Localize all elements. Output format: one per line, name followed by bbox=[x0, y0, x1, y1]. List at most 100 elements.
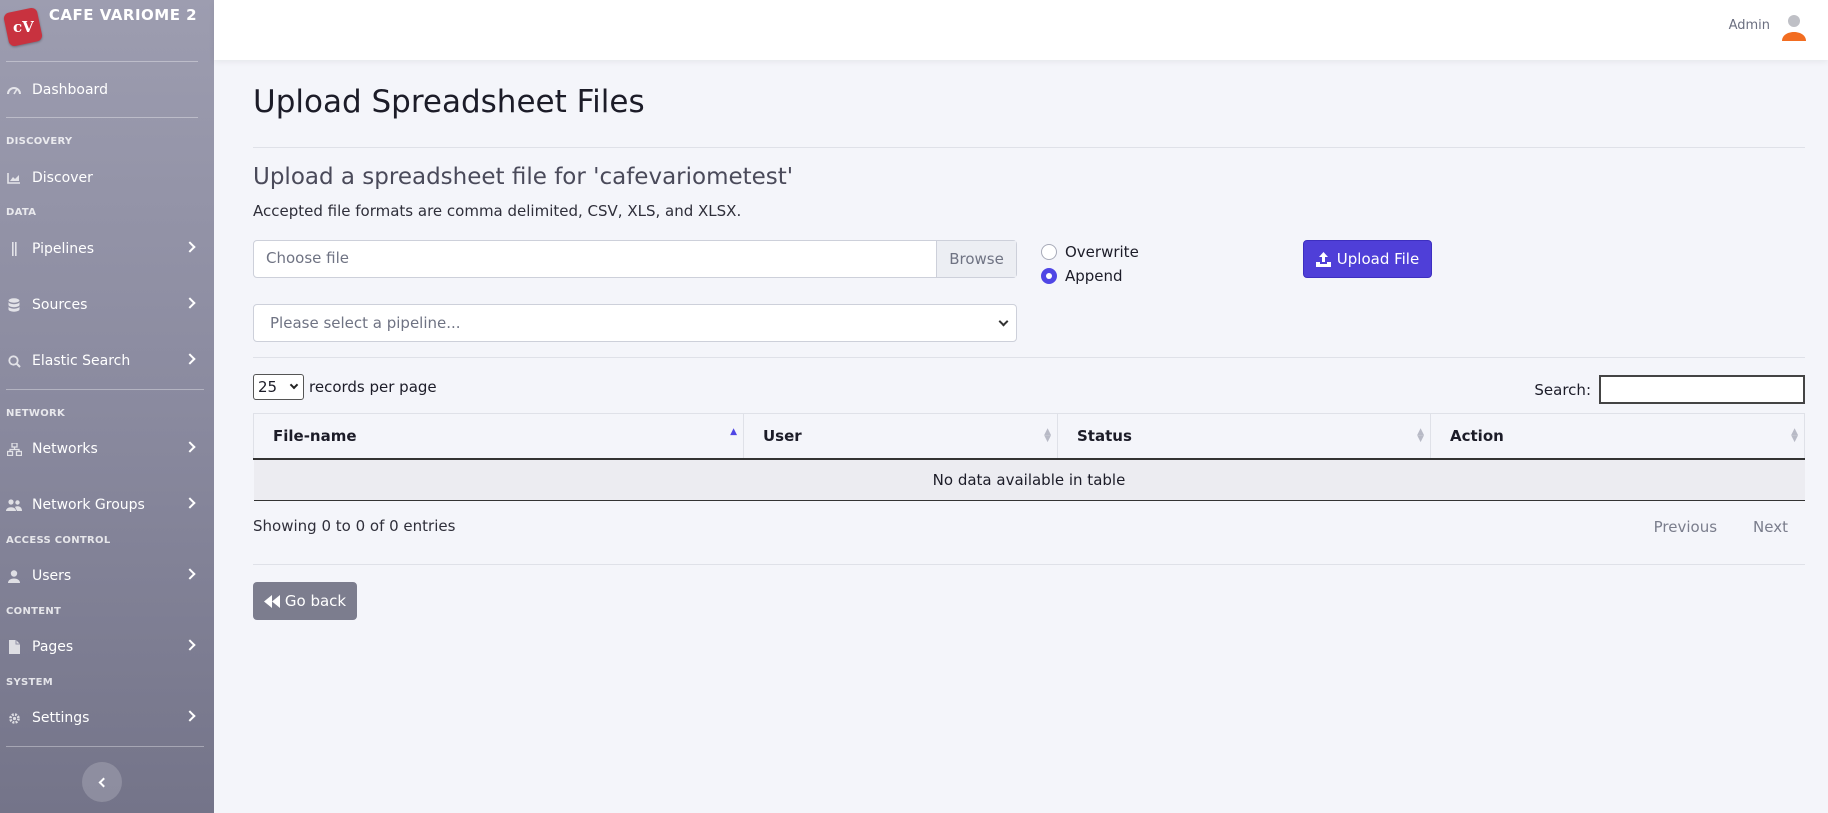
sidebar-item-label: Discover bbox=[32, 170, 93, 186]
empty-message: No data available in table bbox=[253, 458, 1805, 501]
sidebar-divider bbox=[6, 117, 198, 118]
section-data: DATA bbox=[6, 207, 37, 218]
sort-icon: ▲ ▼ bbox=[1417, 427, 1424, 444]
chevron-right-icon bbox=[184, 568, 196, 580]
network-icon bbox=[6, 442, 22, 456]
sidebar-item-label: Settings bbox=[32, 710, 90, 726]
chevron-right-icon bbox=[184, 297, 196, 309]
chart-area-icon bbox=[6, 171, 22, 185]
chevron-right-icon bbox=[184, 441, 196, 453]
section-content: CONTENT bbox=[6, 606, 62, 617]
sidebar-item-label: Users bbox=[32, 568, 72, 584]
section-access-control: ACCESS CONTROL bbox=[6, 535, 111, 546]
column-header-label: Status bbox=[1077, 426, 1132, 445]
sidebar-item-sources[interactable]: Sources bbox=[0, 290, 214, 320]
browse-button[interactable]: Browse bbox=[936, 241, 1016, 277]
users-icon bbox=[6, 498, 22, 512]
sidebar-item-label: Elastic Search bbox=[32, 353, 131, 369]
database-icon bbox=[6, 298, 22, 312]
next-button[interactable]: Next bbox=[1753, 518, 1788, 536]
page-size-label: records per page bbox=[309, 378, 437, 396]
user-avatar-icon[interactable] bbox=[1780, 13, 1808, 41]
sidebar-item-pipelines[interactable]: Pipelines bbox=[0, 234, 214, 264]
pipeline-icon bbox=[6, 242, 22, 256]
chevron-right-icon bbox=[184, 353, 196, 365]
sidebar-item-discover[interactable]: Discover bbox=[0, 163, 214, 193]
chevron-down-icon bbox=[998, 316, 1009, 327]
table-info: Showing 0 to 0 of 0 entries bbox=[253, 517, 456, 535]
column-header-file-name[interactable]: File-name ▲ bbox=[253, 413, 744, 460]
sidebar-item-networks[interactable]: Networks bbox=[0, 434, 214, 464]
sidebar-item-settings[interactable]: Settings bbox=[0, 703, 214, 733]
section-system: SYSTEM bbox=[6, 677, 54, 688]
go-back-label: Go back bbox=[284, 592, 347, 610]
sidebar-item-pages[interactable]: Pages bbox=[0, 632, 214, 662]
section-network: NETWORK bbox=[6, 408, 66, 419]
file-input[interactable]: Choose file Browse bbox=[253, 240, 1017, 278]
column-header-status[interactable]: Status ▲ ▼ bbox=[1057, 413, 1431, 460]
table-search: Search: bbox=[1534, 375, 1805, 404]
page-size-select[interactable]: 25 bbox=[253, 374, 304, 400]
backward-icon bbox=[263, 594, 280, 608]
search-input[interactable] bbox=[1599, 375, 1805, 404]
radio-overwrite[interactable]: Overwrite bbox=[1041, 243, 1139, 261]
gear-icon bbox=[6, 711, 22, 725]
section-discovery: DISCOVERY bbox=[6, 136, 73, 147]
radio-overwrite-circle[interactable] bbox=[1041, 244, 1057, 260]
chevron-right-icon bbox=[184, 639, 196, 651]
gauge-icon bbox=[6, 83, 22, 97]
sidebar-item-label: Networks bbox=[32, 441, 98, 457]
table-header-row: File-name ▲ User ▲ ▼ Status ▲ ▼ Action ▲ ▼ bbox=[253, 413, 1805, 460]
upload-file-button[interactable]: Upload File bbox=[1303, 240, 1432, 278]
sidebar-item-elastic-search[interactable]: Elastic Search bbox=[0, 346, 214, 376]
sidebar-divider bbox=[6, 746, 204, 747]
uploads-table: File-name ▲ User ▲ ▼ Status ▲ ▼ Action ▲ ▼ bbox=[253, 413, 1805, 501]
search-icon bbox=[6, 354, 22, 368]
sidebar-divider bbox=[6, 61, 198, 62]
chevron-left-icon bbox=[98, 777, 109, 787]
radio-append-label: Append bbox=[1065, 267, 1123, 285]
sidebar-item-label: Sources bbox=[32, 297, 88, 313]
sidebar-divider bbox=[6, 389, 204, 390]
user-icon bbox=[6, 569, 22, 583]
column-header-user[interactable]: User ▲ ▼ bbox=[743, 413, 1058, 460]
brand-logo: cV bbox=[2, 6, 44, 48]
user-name[interactable]: Admin bbox=[1729, 18, 1770, 33]
sort-icon: ▲ ▼ bbox=[1044, 427, 1051, 444]
formats-note: Accepted file formats are comma delimite… bbox=[253, 202, 742, 220]
page-subtitle: Upload a spreadsheet file for 'cafevario… bbox=[253, 164, 794, 190]
pipeline-select[interactable]: Please select a pipeline... bbox=[253, 304, 1017, 342]
page-size-value: 25 bbox=[258, 378, 278, 396]
column-header-label: User bbox=[763, 426, 802, 445]
pagination: Previous Next bbox=[1618, 518, 1805, 536]
chevron-right-icon bbox=[184, 241, 196, 253]
sidebar-item-label: Pages bbox=[32, 639, 74, 655]
radio-overwrite-label: Overwrite bbox=[1065, 243, 1139, 261]
search-label: Search: bbox=[1534, 380, 1591, 399]
topbar: Admin bbox=[214, 0, 1828, 60]
radio-append-circle[interactable] bbox=[1041, 268, 1057, 284]
go-back-button[interactable]: Go back bbox=[253, 582, 357, 620]
radio-append[interactable]: Append bbox=[1041, 267, 1123, 285]
sidebar-item-network-groups[interactable]: Network Groups bbox=[0, 490, 214, 520]
sidebar: cV CAFE VARIOME 2 Dashboard DISCOVERY Di… bbox=[0, 0, 214, 813]
previous-button[interactable]: Previous bbox=[1654, 518, 1717, 536]
upload-file-label: Upload File bbox=[1336, 250, 1420, 268]
page-title: Upload Spreadsheet Files bbox=[253, 84, 645, 120]
brand[interactable]: cV CAFE VARIOME 2 bbox=[0, 0, 214, 61]
sidebar-item-dashboard[interactable]: Dashboard bbox=[0, 75, 214, 105]
sidebar-item-users[interactable]: Users bbox=[0, 561, 214, 591]
sidebar-item-label: Dashboard bbox=[32, 82, 108, 98]
title-divider bbox=[253, 147, 1805, 148]
brand-name: CAFE VARIOME 2 bbox=[48, 6, 198, 24]
column-header-action[interactable]: Action ▲ ▼ bbox=[1430, 413, 1805, 460]
pipeline-select-value: Please select a pipeline... bbox=[270, 314, 461, 332]
chevron-right-icon bbox=[184, 710, 196, 722]
page-size-control: 25 records per page bbox=[253, 374, 437, 400]
sidebar-collapse-button[interactable] bbox=[82, 762, 122, 802]
file-input-placeholder[interactable]: Choose file bbox=[254, 241, 936, 277]
sidebar-item-label: Pipelines bbox=[32, 241, 95, 257]
form-divider bbox=[253, 357, 1805, 358]
table-divider bbox=[253, 564, 1805, 565]
sidebar-item-label: Network Groups bbox=[32, 497, 145, 513]
